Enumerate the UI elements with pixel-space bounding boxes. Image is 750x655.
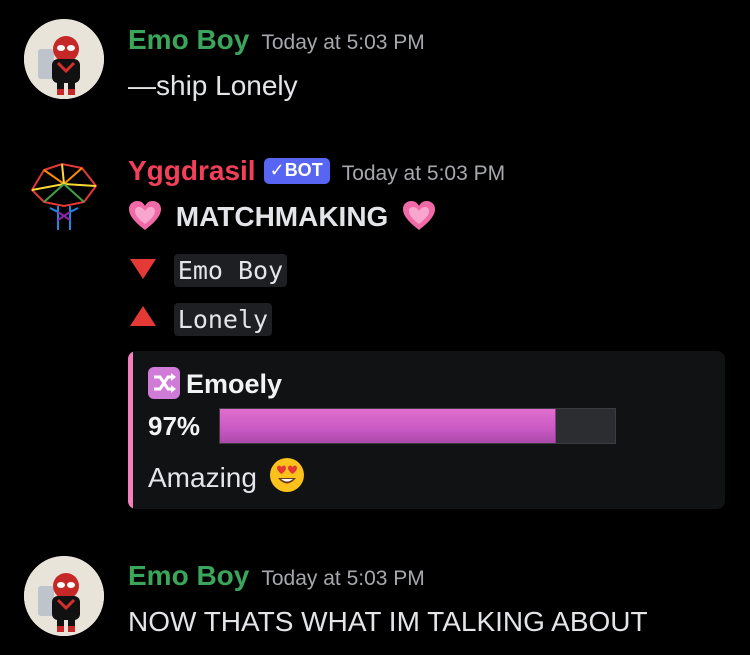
user1-line: Emo Boy — [128, 254, 288, 287]
compatibility-bar-fill — [220, 409, 556, 443]
heart-eyes-icon — [269, 458, 304, 492]
spiderman-avatar-icon — [24, 19, 104, 99]
timestamp[interactable]: Today at 5:03 PM — [342, 162, 505, 185]
spiderman-avatar-icon — [24, 556, 104, 636]
message-text: NOW THATS WHAT IM TALKING ABOUT — [128, 606, 648, 637]
check-icon: ✓ — [269, 160, 285, 180]
avatar-yggdrasil[interactable] — [24, 150, 104, 230]
embed-accent-bar — [128, 351, 133, 509]
verdict-text: Amazing — [148, 462, 257, 493]
timestamp[interactable]: Today at 5:03 PM — [261, 567, 424, 590]
message-header: Emo Boy Today at 5:03 PM — [128, 24, 425, 56]
tree-avatar-icon — [30, 162, 98, 230]
percent-label: 97% — [148, 411, 201, 441]
ship-name: Emoely — [186, 369, 283, 399]
heart-pink-icon — [129, 201, 161, 230]
timestamp[interactable]: Today at 5:03 PM — [261, 31, 424, 54]
verdict: Amazing — [148, 457, 305, 494]
avatar-emo-boy[interactable] — [24, 556, 104, 636]
match-embed: Emoely 97% Amazing — [128, 351, 725, 509]
message-header: Emo Boy Today at 5:03 PM — [128, 560, 425, 592]
heart-pink-icon — [403, 201, 436, 230]
matchmaking-heading: MATCHMAKING — [128, 200, 436, 233]
username[interactable]: Emo Boy — [128, 560, 249, 591]
avatar-emo-boy[interactable] — [24, 19, 104, 99]
bot-badge-label: BOT — [284, 160, 323, 180]
user1-name: Emo Boy — [173, 254, 288, 287]
embed-title: Emoely — [148, 367, 282, 400]
message-header: Yggdrasil ✓BOT Today at 5:03 PM — [128, 155, 505, 188]
heading-text: MATCHMAKING — [175, 201, 389, 232]
shuffle-icon — [148, 367, 180, 399]
user2-name: Lonely — [173, 303, 273, 336]
message-text: —ship Lonely — [128, 70, 298, 101]
username[interactable]: Emo Boy — [128, 24, 249, 55]
username[interactable]: Yggdrasil — [128, 155, 256, 186]
user2-line: Lonely — [128, 303, 273, 336]
red-triangle-down-icon — [130, 259, 156, 279]
bot-badge: ✓BOT — [263, 158, 330, 184]
compatibility-bar — [219, 408, 616, 444]
red-triangle-up-icon — [130, 306, 156, 326]
